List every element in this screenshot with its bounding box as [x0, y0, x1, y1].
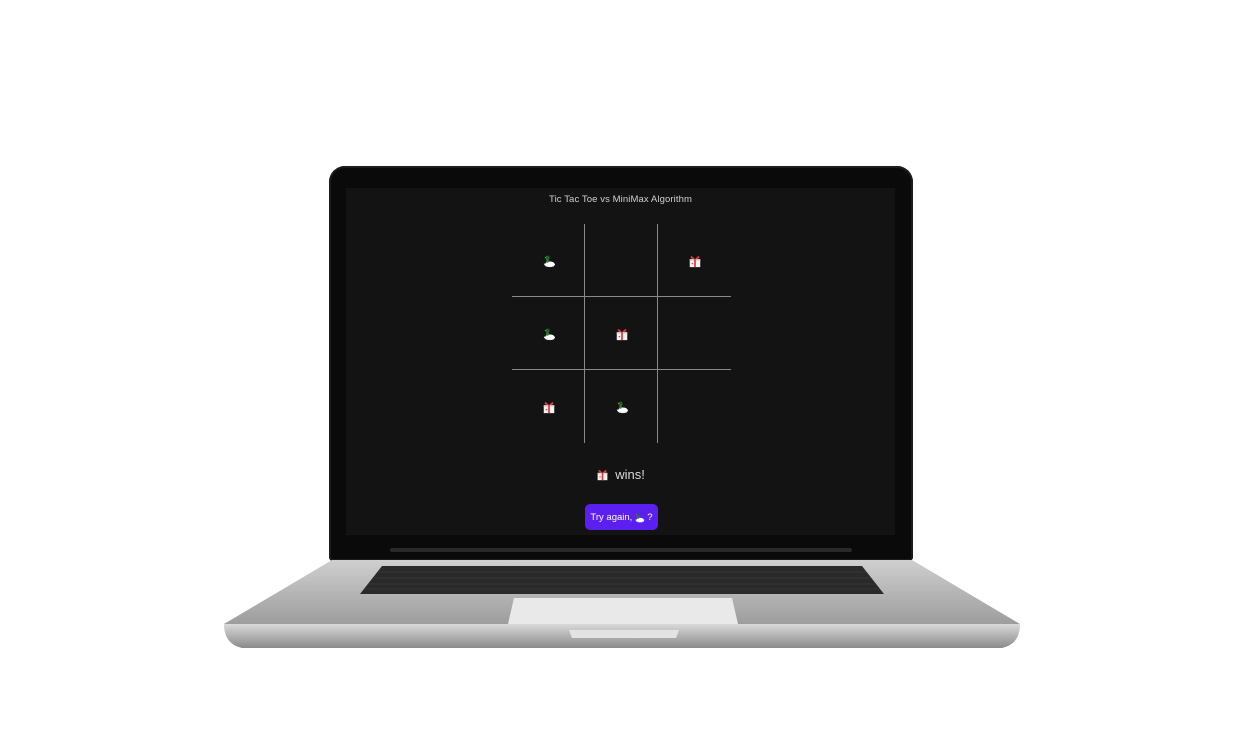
board-cell-3[interactable] — [658, 224, 731, 297]
laptop-mockup: Tic Tac Toe vs MiniMax Algorithm wins! T… — [0, 0, 1241, 745]
duck-icon — [542, 254, 556, 268]
board-cell-1[interactable] — [512, 224, 585, 297]
gift-icon — [596, 468, 609, 481]
board-cell-5[interactable] — [585, 297, 658, 370]
board-cell-2[interactable] — [585, 224, 658, 297]
board-cell-7[interactable] — [512, 370, 585, 443]
laptop-base — [222, 558, 1022, 650]
page-title: Tic Tac Toe vs MiniMax Algorithm — [549, 194, 692, 205]
gift-icon — [688, 254, 702, 268]
try-again-button[interactable]: Try again, ? — [585, 504, 658, 530]
board-cell-4[interactable] — [512, 297, 585, 370]
gift-icon — [615, 327, 629, 341]
gift-icon — [542, 400, 556, 414]
result-message: wins! — [346, 467, 895, 482]
game-board — [512, 224, 731, 443]
try-again-label: Try again, — [590, 511, 633, 523]
board-cell-9[interactable] — [658, 370, 731, 443]
result-text: wins! — [615, 467, 645, 482]
board-cell-6[interactable] — [658, 297, 731, 370]
app-screen: Tic Tac Toe vs MiniMax Algorithm wins! T… — [346, 188, 895, 535]
board-cell-8[interactable] — [585, 370, 658, 443]
duck-icon — [615, 400, 629, 414]
duck-icon — [634, 512, 645, 523]
duck-icon — [542, 327, 556, 341]
try-again-suffix: ? — [647, 511, 653, 523]
laptop-hinge — [390, 548, 852, 552]
